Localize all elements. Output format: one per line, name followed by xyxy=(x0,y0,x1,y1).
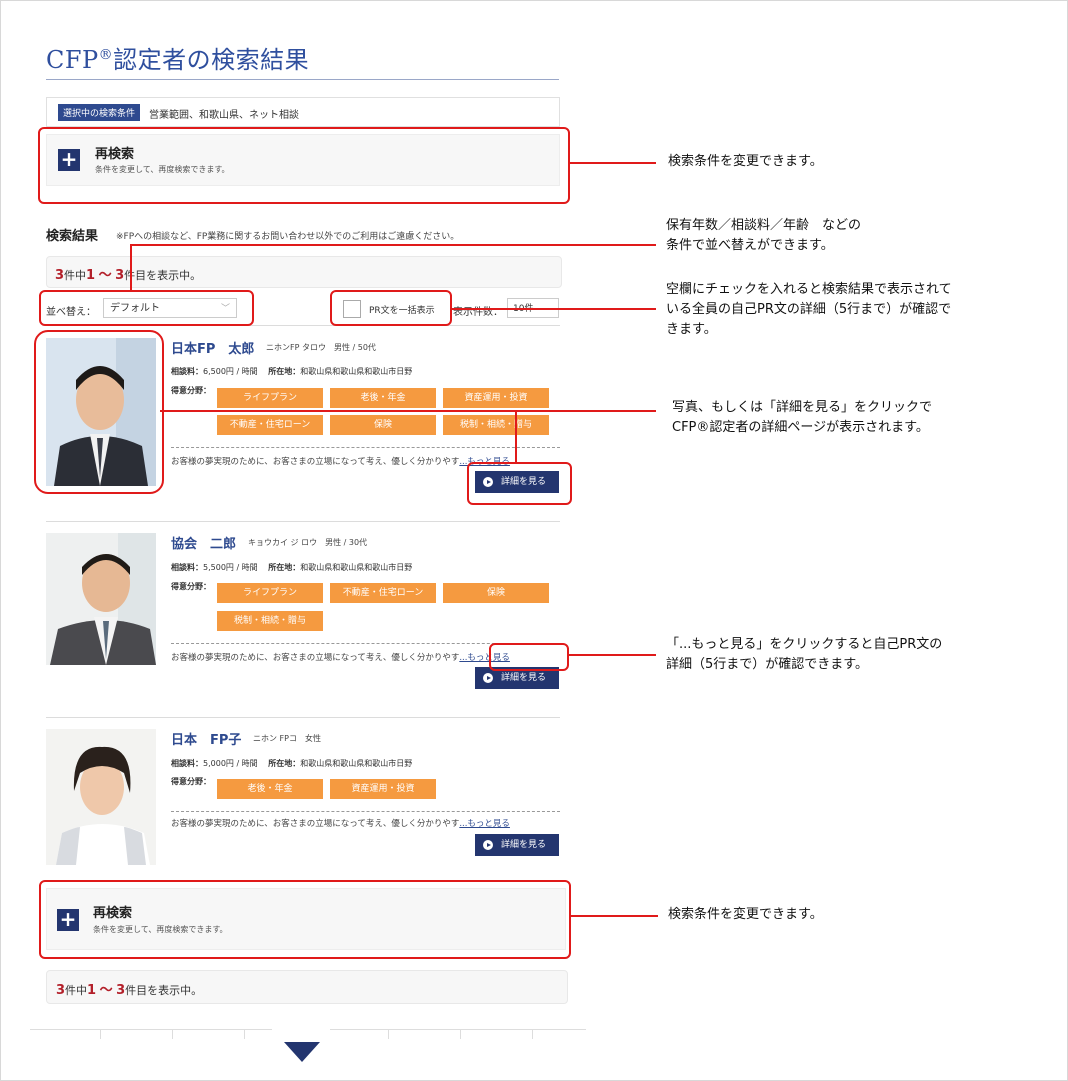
person-meta: 相談料：5,500円 / 時間 所在地：和歌山県和歌山県和歌山市日野 xyxy=(171,563,413,572)
tab-divider xyxy=(460,1029,461,1039)
annotation-box-photo xyxy=(34,330,164,494)
tab-divider xyxy=(532,1029,533,1039)
annotation-line xyxy=(160,410,656,412)
person-meta: 相談料：6,500円 / 時間 所在地：和歌山県和歌山県和歌山市日野 xyxy=(171,367,413,376)
annotation-more-1: 「...もっと見る」をクリックすると自己PR文の xyxy=(666,637,943,652)
annotation-photo-2: CFP®認定者の詳細ページが表示されます。 xyxy=(672,420,929,435)
annotation-box-research-bottom xyxy=(39,880,571,959)
specialty-label: 得意分野： xyxy=(171,777,211,786)
specialty-tag: 不動産・住宅ローン xyxy=(330,583,436,603)
annotation-pr-3: きます。 xyxy=(666,322,717,337)
annotation-research-top: 検索条件を変更できます。 xyxy=(668,154,823,169)
annotation-line xyxy=(568,162,656,164)
conditions-value: 営業範囲、和歌山県、ネット相談 xyxy=(149,110,299,121)
annotation-photo-1: 写真、もしくは「詳細を見る」をクリックで xyxy=(672,400,933,415)
annotation-box-more xyxy=(489,643,569,671)
specialty-tag: 資産運用・投資 xyxy=(443,388,549,408)
annotation-line xyxy=(515,410,517,462)
annotation-sort-1: 保有年数／相談料／年齢 などの xyxy=(666,218,862,233)
specialty-label: 得意分野： xyxy=(171,582,211,591)
more-link[interactable]: ...もっと見る xyxy=(459,819,510,829)
result-count-top: 3件中1 ～ 3件目を表示中。 xyxy=(55,268,202,283)
play-circle-icon xyxy=(483,673,493,683)
specialty-tag: 老後・年金 xyxy=(217,779,323,799)
person-name[interactable]: 日本 FP子 xyxy=(171,729,241,748)
person-photo[interactable] xyxy=(46,533,156,665)
person-photo[interactable] xyxy=(46,729,156,865)
pr-text: お客様の夢実現のために、お客さまの立場になって考え、優しく分かりやす...もっと… xyxy=(171,653,510,663)
conditions-label: 選択中の検索条件 xyxy=(58,104,141,121)
specialty-tag: 老後・年金 xyxy=(330,388,436,408)
dotted-divider xyxy=(171,811,560,812)
pr-text: お客様の夢実現のために、お客さまの立場になって考え、優しく分かりやす...もっと… xyxy=(171,457,510,467)
result-count-bottom: 3件中1 ～ 3件目を表示中。 xyxy=(56,983,203,998)
annotation-pr-1: 空欄にチェックを入れると検索結果で表示されて xyxy=(666,282,952,297)
annotation-more-2: 詳細（5行まで）が確認できます。 xyxy=(666,657,868,672)
results-note: ※FPへの相談など、FP業務に関するお問い合わせ以外でのご利用はご遠慮ください。 xyxy=(116,232,460,242)
specialty-tag: 保険 xyxy=(443,583,549,603)
annotation-line xyxy=(450,308,656,310)
detail-button[interactable]: 詳細を見る xyxy=(475,834,559,856)
tab-divider xyxy=(244,1029,245,1039)
annotation-box-pr xyxy=(330,290,452,326)
annotation-box-detail xyxy=(467,462,572,505)
pr-text: お客様の夢実現のために、お客さまの立場になって考え、優しく分かりやす...もっと… xyxy=(171,819,510,829)
divider xyxy=(46,717,560,718)
arrow-down-icon xyxy=(284,1042,320,1062)
annotation-line xyxy=(130,244,132,290)
annotation-line xyxy=(569,915,658,917)
title-divider xyxy=(46,79,559,80)
specialty-tag: 保険 xyxy=(330,415,436,435)
person-name[interactable]: 日本FP 太郎 xyxy=(171,338,254,357)
display-count-label: 表示件数： xyxy=(453,307,503,318)
tab-active[interactable] xyxy=(272,1025,330,1031)
annotation-line xyxy=(130,244,656,246)
tab-divider xyxy=(100,1029,101,1039)
specialty-tag: ライフプラン xyxy=(217,388,323,408)
person-meta: 相談料：5,000円 / 時間 所在地：和歌山県和歌山県和歌山市日野 xyxy=(171,759,413,768)
annotation-research-bottom: 検索条件を変更できます。 xyxy=(668,907,823,922)
person-kana: キョウカイ ジ ロウ 男性 / 30代 xyxy=(248,538,368,547)
specialty-tag: ライフプラン xyxy=(217,583,323,603)
tab-divider xyxy=(388,1029,389,1039)
dotted-divider xyxy=(171,447,560,448)
play-circle-icon xyxy=(483,840,493,850)
tab-divider xyxy=(172,1029,173,1039)
person-kana: ニホン FPコ 女性 xyxy=(253,734,321,743)
results-heading: 検索結果 xyxy=(46,229,99,244)
page-title: CFP®認定者の検索結果 xyxy=(46,46,310,74)
annotation-box-research-top xyxy=(38,127,570,204)
specialty-tag: 不動産・住宅ローン xyxy=(217,415,323,435)
annotation-sort-2: 条件で並べ替えができます。 xyxy=(666,238,834,253)
specialty-tag: 税制・相続・贈与 xyxy=(443,415,549,435)
divider xyxy=(46,521,560,522)
annotation-pr-2: いる全員の自己PR文の詳細（5行まで）が確認で xyxy=(666,302,952,317)
specialty-tag: 資産運用・投資 xyxy=(330,779,436,799)
annotation-line xyxy=(567,654,656,656)
specialty-label: 得意分野： xyxy=(171,386,211,395)
person-kana: ニホンFP タロウ 男性 / 50代 xyxy=(266,343,376,352)
person-name[interactable]: 協会 二郎 xyxy=(171,533,236,552)
annotation-box-sort xyxy=(39,290,254,326)
specialty-tag: 税制・相続・贈与 xyxy=(217,611,323,631)
